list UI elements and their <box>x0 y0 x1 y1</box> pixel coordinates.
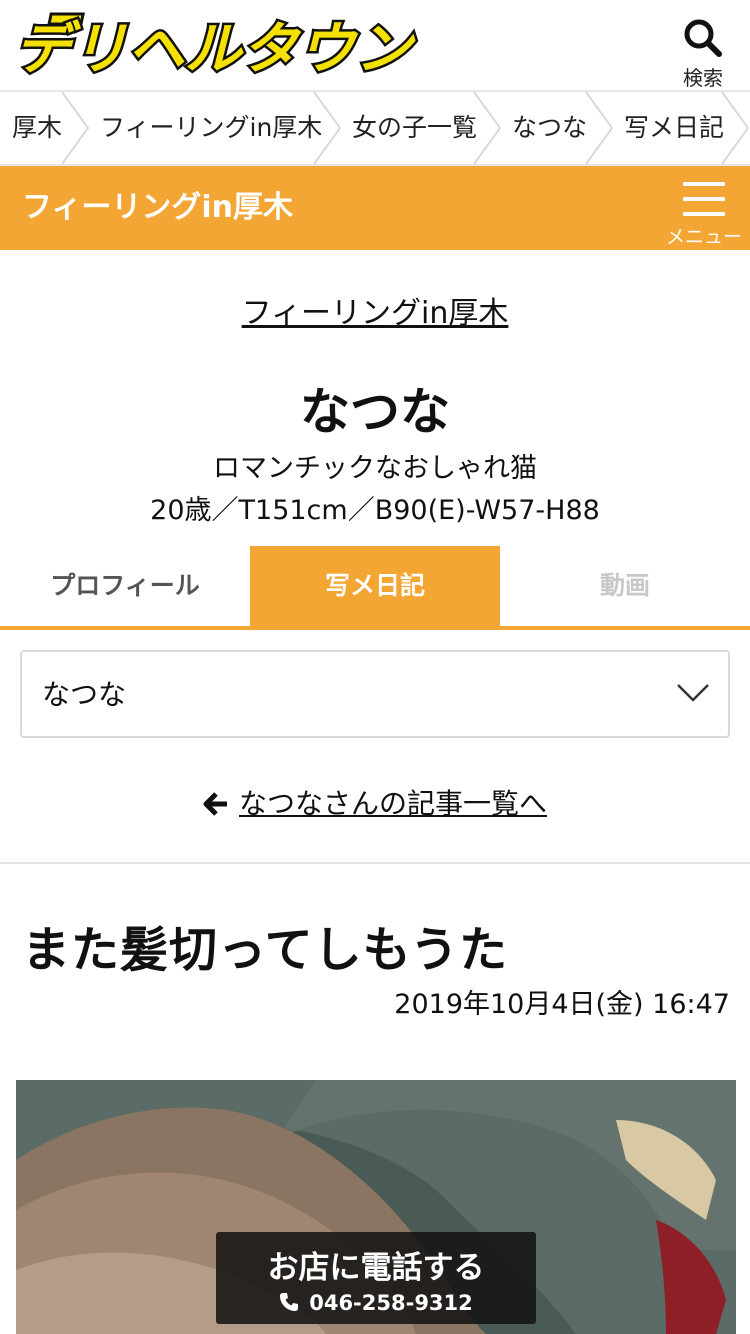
breadcrumb-separator <box>313 92 342 164</box>
article-date: 2019年10月4日(金) 16:47 <box>394 989 730 1020</box>
breadcrumb-separator <box>585 92 614 164</box>
site-header: デリヘルタウン 検索 <box>0 0 750 90</box>
tab-photo-diary[interactable]: 写メ日記 <box>250 546 500 626</box>
girl-name: なつな <box>300 383 450 441</box>
shop-bar-title[interactable]: フィーリングin厚木 <box>22 166 293 250</box>
tab-video[interactable]: 動画 <box>500 546 750 626</box>
breadcrumb-item-shop[interactable]: フィーリングin厚木 <box>100 92 322 164</box>
phone-number: 046-258-9312 <box>309 1291 473 1315</box>
back-to-article-list-link[interactable]: なつなさんの記事一覧へ <box>0 782 750 822</box>
back-link-text: なつなさんの記事一覧へ <box>238 787 547 820</box>
call-shop-button[interactable]: お店に電話する 046-258-9312 <box>216 1232 536 1324</box>
tab-profile[interactable]: プロフィール <box>0 546 250 626</box>
breadcrumb-item-area[interactable]: 厚木 <box>12 92 62 164</box>
girl-specs: 20歳／T151cm／B90(E)-W57-H88 <box>150 495 600 526</box>
breadcrumb-item-diary: 写メ日記 <box>624 113 725 142</box>
search-label: 検索 <box>683 66 723 90</box>
article-title: また髪切ってしもうた <box>22 922 509 978</box>
breadcrumb-separator <box>473 92 502 164</box>
site-logo[interactable]: デリヘルタウン <box>8 10 420 80</box>
breadcrumb-separator <box>61 92 90 164</box>
phone-icon <box>280 1293 299 1311</box>
girl-select-value: なつな <box>42 678 127 711</box>
girl-select[interactable]: なつな <box>20 650 730 738</box>
logo-text: デリヘルタウン <box>14 17 416 80</box>
breadcrumb: 厚木 フィーリングin厚木 女の子一覧 なつな 写メ日記 <box>0 90 750 166</box>
section-divider <box>0 862 750 864</box>
arrow-left-icon <box>203 792 227 816</box>
breadcrumb-item-girl[interactable]: なつな <box>512 92 587 164</box>
search-icon <box>684 19 722 57</box>
menu-label: メニュー <box>666 226 743 248</box>
menu-button[interactable]: メニュー <box>666 178 742 248</box>
shop-name-link[interactable]: フィーリングin厚木 <box>0 288 750 332</box>
girl-catchphrase: ロマンチックなおしゃれ猫 <box>213 453 537 484</box>
call-button-number-row: 046-258-9312 <box>216 1291 536 1315</box>
search-button[interactable]: 検索 <box>678 18 728 90</box>
profile-tabs: プロフィール 写メ日記 動画 <box>0 546 750 630</box>
shop-bar: フィーリングin厚木 メニュー <box>0 166 750 250</box>
breadcrumb-item-girl-list[interactable]: 女の子一覧 <box>352 92 477 164</box>
menu-icon <box>666 178 742 216</box>
call-button-label: お店に電話する <box>267 1250 485 1286</box>
chevron-down-icon <box>677 684 709 702</box>
breadcrumb-separator <box>721 92 750 164</box>
